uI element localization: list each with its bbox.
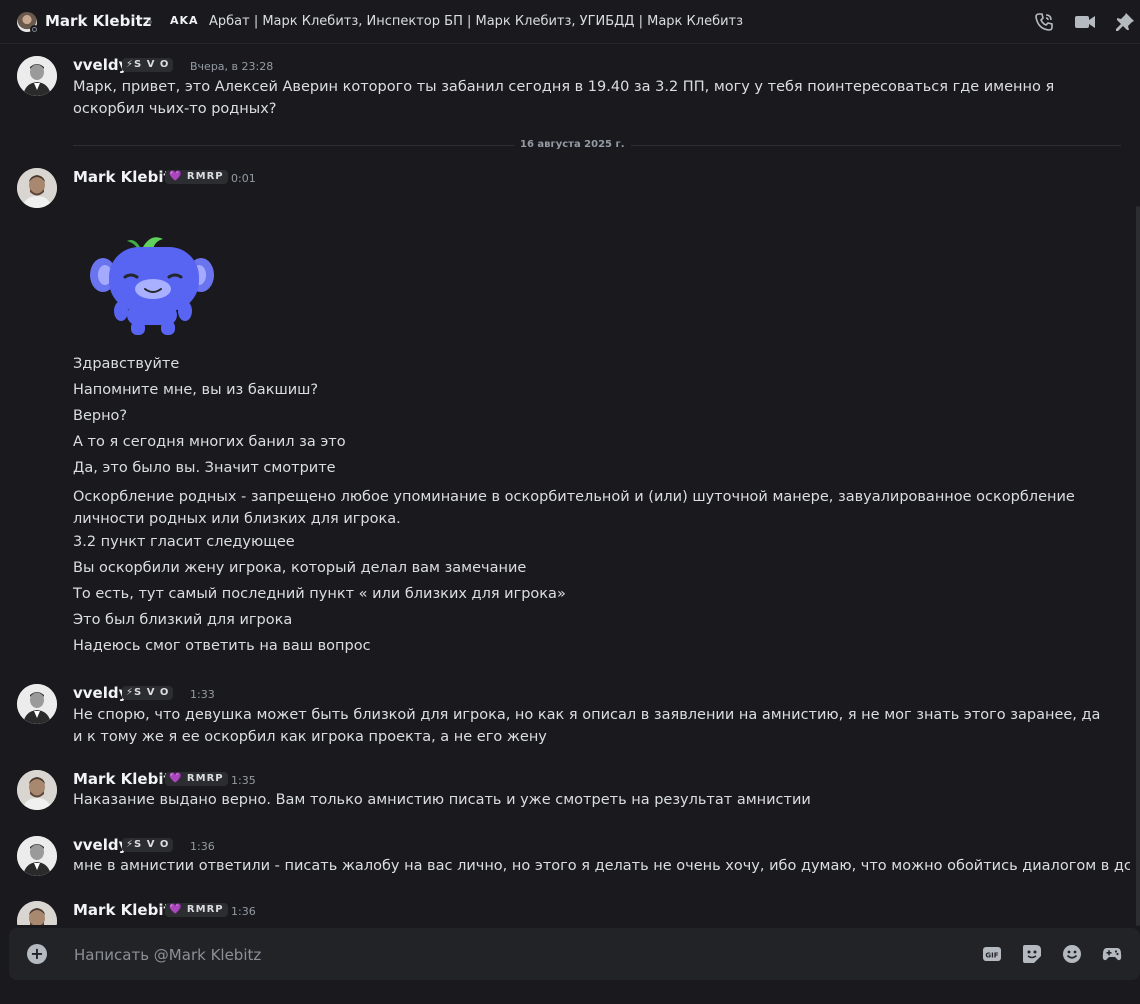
message-author[interactable]: vveldy (73, 836, 128, 854)
wumpus-sticker[interactable] (83, 227, 225, 339)
channel-header: Mark Klebitz AKA Арбат | Марк Клебитз, И… (0, 0, 1140, 44)
avatar[interactable] (17, 836, 57, 876)
message-item: vveldy ⚡S V O 1:33 Не спорю, что девушка… (0, 683, 1130, 753)
message-text: Оскорбление родных - запрещено любое упо… (73, 489, 1075, 527)
clan-tag: AKA (170, 14, 199, 27)
message-timestamp: 1:33 (190, 688, 215, 701)
message-item: Mark Klebitz 💜 RMRP 0:01 Здравствуйте На… (0, 167, 1130, 667)
message-input[interactable] (72, 942, 926, 968)
phone-call-icon[interactable] (1034, 12, 1054, 32)
message-text: Да, это было вы. Значит смотрите (73, 460, 336, 476)
message-timestamp: 1:36 (231, 905, 256, 918)
message-author[interactable]: vveldy (73, 684, 128, 702)
message-list: vveldy ⚡S V O Вчера, в 23:28 Марк, приве… (0, 45, 1130, 925)
separator-dot (148, 20, 152, 24)
message-text: Вы оскорбили жену игрока, который делал … (73, 560, 527, 576)
role-badge[interactable]: 💜 RMRP (165, 772, 228, 786)
header-status-text: Арбат | Марк Клебитз, Инспектор БП | Мар… (209, 14, 744, 29)
gif-label: GIF (985, 952, 998, 960)
role-badge[interactable]: ⚡S V O (122, 686, 174, 700)
message-item: vveldy ⚡S V O 1:36 мне в амнистии ответи… (0, 835, 1130, 885)
message-timestamp: 0:01 (231, 172, 256, 185)
offline-status-icon (30, 25, 39, 34)
message-text: Это был близкий для игрока (73, 612, 293, 628)
message-text: Наказание выдано верно. Вам только амнис… (73, 792, 811, 808)
video-camera-icon[interactable] (1074, 12, 1095, 32)
message-author[interactable]: vveldy (73, 56, 128, 74)
avatar[interactable] (17, 684, 57, 724)
avatar[interactable] (17, 901, 57, 925)
gif-icon[interactable]: GIF (982, 944, 1002, 964)
message-text: Надеюсь смог ответить на ваш вопрос (73, 638, 371, 654)
avatar[interactable] (17, 56, 57, 96)
message-text: То есть, тут самый последний пункт « или… (73, 586, 566, 602)
message-timestamp: 1:35 (231, 774, 256, 787)
emoji-icon[interactable] (1062, 944, 1082, 964)
message-text: Верно? (73, 408, 128, 424)
message-item: Mark Klebitz 💜 RMRP 1:35 Наказание выдан… (0, 769, 1130, 819)
role-badge[interactable]: 💜 RMRP (165, 170, 228, 184)
message-timestamp: 1:36 (190, 840, 215, 853)
scrollbar[interactable] (1136, 206, 1140, 926)
avatar[interactable] (17, 770, 57, 810)
message-text: мне в амнистии ответили - писать жалобу … (73, 858, 1130, 874)
sticker-icon[interactable] (1022, 944, 1042, 964)
message-text: Напомните мне, вы из бакшиш? (73, 382, 319, 398)
message-item: vveldy ⚡S V O Вчера, в 23:28 Марк, приве… (0, 55, 1130, 125)
message-text: Марк, привет, это Алексей Аверин которог… (73, 79, 1055, 117)
message-composer: + GIF (9, 928, 1140, 980)
role-badge[interactable]: ⚡S V O (122, 58, 174, 72)
avatar[interactable] (17, 168, 57, 208)
message-item: Mark Klebitz 💜 RMRP 1:36 (0, 900, 1130, 925)
gamepad-icon[interactable] (1102, 944, 1122, 964)
message-text: 3.2 пункт гласит следующее (73, 534, 295, 550)
message-author[interactable]: Mark Klebitz (73, 901, 179, 919)
header-username[interactable]: Mark Klebitz (45, 12, 151, 30)
message-text: Не спорю, что девушка может быть близкой… (73, 707, 1101, 745)
role-badge[interactable]: ⚡S V O (122, 838, 174, 852)
message-text: А то я сегодня многих банил за это (73, 434, 346, 450)
message-author[interactable]: Mark Klebitz (73, 168, 179, 186)
message-author[interactable]: Mark Klebitz (73, 770, 179, 788)
date-divider-label: 16 августа 2025 г. (514, 139, 631, 150)
message-text: Здравствуйте (73, 356, 180, 372)
pin-icon[interactable] (1115, 12, 1135, 32)
message-timestamp: Вчера, в 23:28 (190, 60, 274, 73)
role-badge[interactable]: 💜 RMRP (165, 903, 228, 917)
plus-circle-icon[interactable]: + (27, 944, 47, 964)
